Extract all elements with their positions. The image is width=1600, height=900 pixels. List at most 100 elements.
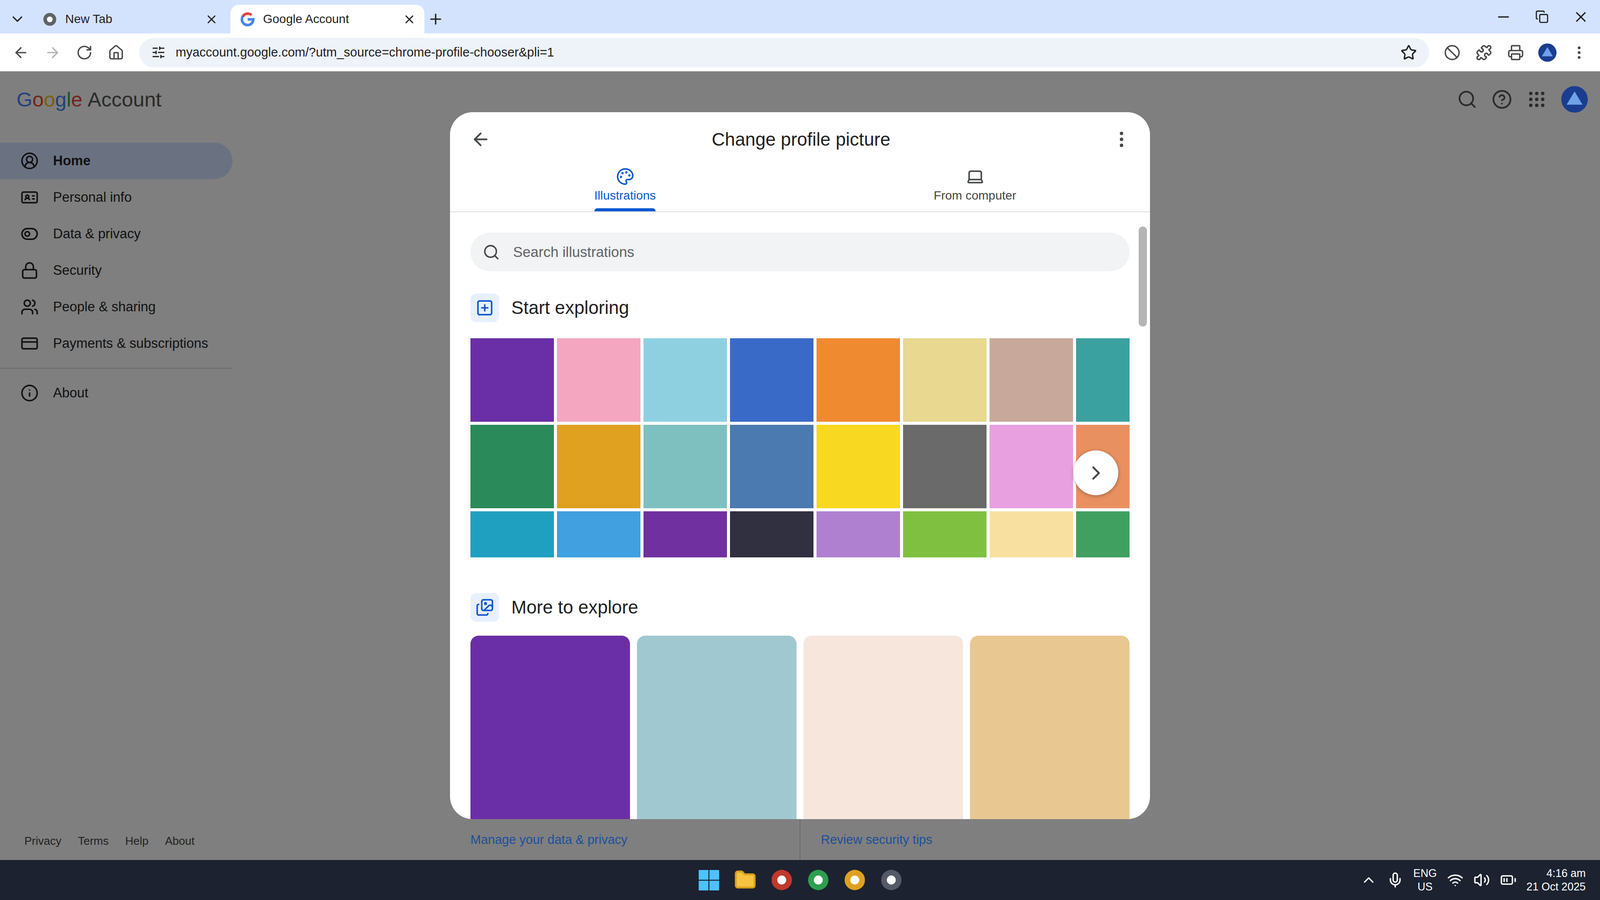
chrome-button[interactable] xyxy=(803,864,834,896)
clock[interactable]: 4:16 am21 Oct 2025 xyxy=(1526,866,1586,894)
illustration-tile[interactable] xyxy=(470,424,554,509)
google-account-logo[interactable]: GoogleAccount xyxy=(16,87,162,112)
file-explorer-button[interactable] xyxy=(730,864,761,896)
language-indicator[interactable]: ENGUS xyxy=(1413,866,1437,894)
sidebar-item[interactable]: Home xyxy=(0,142,233,180)
search-field[interactable] xyxy=(470,232,1130,272)
scroll-thumb[interactable] xyxy=(1138,226,1147,327)
page-link[interactable]: Review security tips xyxy=(799,819,1150,860)
illustration-tile[interactable] xyxy=(730,424,814,509)
volume-icon[interactable] xyxy=(1473,871,1490,889)
illustration-card[interactable] xyxy=(636,635,797,820)
search-input[interactable] xyxy=(512,243,1118,261)
reload-icon[interactable] xyxy=(76,44,93,61)
chrome-icon[interactable] xyxy=(806,868,830,892)
kebab-icon[interactable] xyxy=(1570,44,1588,61)
close-icon[interactable] xyxy=(1572,8,1590,26)
illustration-tile[interactable] xyxy=(989,511,1074,558)
new-tab-button[interactable] xyxy=(424,4,447,34)
extensions-button[interactable] xyxy=(1469,37,1499,68)
illustration-tile[interactable] xyxy=(556,338,641,422)
illustration-tile[interactable] xyxy=(470,511,554,558)
illustration-tile[interactable] xyxy=(730,338,814,422)
illustration-tile[interactable] xyxy=(816,338,900,422)
footer-link[interactable]: Help xyxy=(125,834,149,848)
bookmark-star-icon[interactable] xyxy=(1400,44,1417,61)
illustration-tile[interactable] xyxy=(643,338,727,422)
sidebar-item[interactable]: Payments & subscriptions xyxy=(0,325,233,362)
forward-button[interactable] xyxy=(37,37,68,68)
illustration-tile[interactable] xyxy=(903,511,987,558)
windows-start-icon[interactable] xyxy=(698,870,720,891)
illustration-tile[interactable] xyxy=(903,424,987,509)
page-link[interactable]: Manage your data & privacy xyxy=(450,819,800,860)
sidebar-item[interactable]: Data & privacy xyxy=(0,215,233,253)
chrome-button[interactable] xyxy=(839,864,870,896)
app-button[interactable] xyxy=(766,864,797,896)
dialog-tab[interactable]: Illustrations xyxy=(450,158,800,212)
printer-icon[interactable] xyxy=(1507,44,1524,61)
avatar-icon[interactable] xyxy=(1561,86,1588,113)
next-button[interactable] xyxy=(1073,450,1119,496)
close-window-button[interactable] xyxy=(1561,0,1600,34)
illustration-tile[interactable] xyxy=(556,511,641,558)
illustration-tile[interactable] xyxy=(1076,338,1130,422)
start-button[interactable] xyxy=(693,864,724,896)
footer-link[interactable]: Privacy xyxy=(24,834,62,848)
reload-button[interactable] xyxy=(69,37,100,68)
media-player-button[interactable] xyxy=(876,864,907,896)
illustration-tile[interactable] xyxy=(1076,511,1130,558)
home-button[interactable] xyxy=(101,37,131,68)
illustration-tile[interactable] xyxy=(556,424,641,509)
tab-search-button[interactable] xyxy=(6,4,29,34)
microphone-icon[interactable] xyxy=(1386,871,1404,889)
illustration-tile[interactable] xyxy=(816,511,900,558)
menu-button[interactable] xyxy=(1564,37,1594,68)
sidebar-item[interactable]: Security xyxy=(0,252,233,289)
illustration-card[interactable] xyxy=(970,635,1130,820)
close-tab-icon[interactable] xyxy=(204,12,219,27)
sidebar-item[interactable]: Personal info xyxy=(0,179,233,216)
plus-icon[interactable] xyxy=(427,10,444,28)
apps-grid-icon[interactable] xyxy=(1526,89,1547,110)
dialog-tab[interactable]: From computer xyxy=(800,158,1150,212)
browser-tab[interactable]: Google Account xyxy=(230,4,425,34)
restore-button[interactable] xyxy=(1522,0,1562,34)
house-icon[interactable] xyxy=(107,44,125,61)
minimize-button[interactable] xyxy=(1483,0,1523,34)
illustration-tile[interactable] xyxy=(730,511,814,558)
profile-button[interactable] xyxy=(1532,37,1563,68)
back-arrow-icon[interactable] xyxy=(470,129,491,150)
puzzle-icon[interactable] xyxy=(1475,44,1493,61)
back-arrow-icon[interactable] xyxy=(12,44,30,61)
illustration-tile[interactable] xyxy=(643,424,727,509)
chevron-right-icon[interactable] xyxy=(1084,461,1108,485)
print-button[interactable] xyxy=(1500,37,1531,68)
footer-link[interactable]: About xyxy=(165,834,195,848)
restore-icon[interactable] xyxy=(1535,10,1549,24)
illustration-card[interactable] xyxy=(470,635,630,820)
illustration-tile[interactable] xyxy=(816,424,900,509)
kebab-icon[interactable] xyxy=(1111,129,1132,150)
minimize-icon[interactable] xyxy=(1495,8,1512,26)
folder-icon[interactable] xyxy=(733,868,757,892)
ban-icon[interactable] xyxy=(1443,44,1461,61)
chevron-up-icon[interactable] xyxy=(1360,871,1377,889)
chrome-icon[interactable] xyxy=(843,868,867,892)
chevron-down-icon[interactable] xyxy=(9,10,26,28)
illustration-tile[interactable] xyxy=(643,511,727,558)
help-icon[interactable] xyxy=(1491,89,1513,110)
forward-arrow-icon[interactable] xyxy=(44,44,61,61)
wifi-icon[interactable] xyxy=(1446,871,1464,889)
sidebar-item[interactable]: People & sharing xyxy=(0,288,233,326)
site-info-icon[interactable] xyxy=(151,45,166,60)
blocker-button[interactable] xyxy=(1437,37,1467,68)
close-tab-icon[interactable] xyxy=(402,12,417,27)
illustration-card[interactable] xyxy=(803,635,964,820)
app-icon[interactable] xyxy=(770,868,794,892)
media-player-icon[interactable] xyxy=(880,868,903,892)
address-bar[interactable]: myaccount.google.com/?utm_source=chrome-… xyxy=(139,37,1430,68)
scrollbar[interactable] xyxy=(1138,212,1147,820)
footer-link[interactable]: Terms xyxy=(77,834,109,848)
search-icon[interactable] xyxy=(1456,89,1478,110)
